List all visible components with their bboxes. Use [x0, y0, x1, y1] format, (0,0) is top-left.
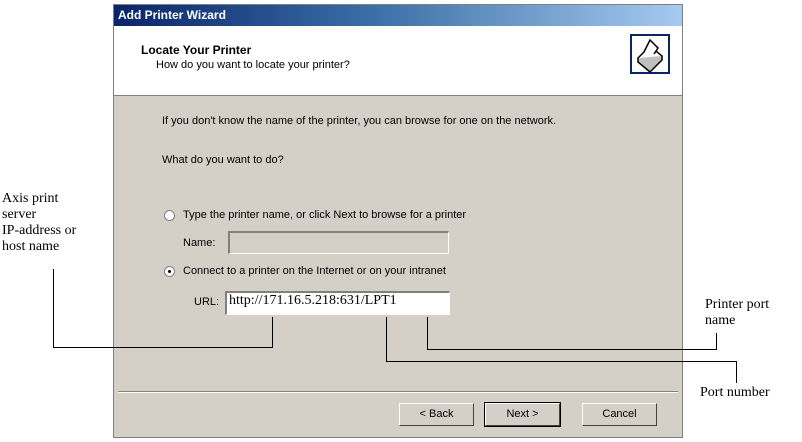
port-name-callout-pointer — [427, 317, 428, 350]
add-printer-wizard-window: Add Printer Wizard Locate Your Printer H… — [113, 4, 683, 438]
port-name-callout-horizontal — [427, 349, 717, 350]
axis-annotation: Axis print server IP-address or host nam… — [2, 191, 76, 255]
back-button[interactable]: < Back — [399, 403, 474, 426]
axis-callout-vertical — [53, 269, 54, 348]
port-name-annotation: Printer port name — [705, 297, 769, 329]
port-number-callout-horizontal — [386, 361, 737, 362]
window-title: Add Printer Wizard — [118, 8, 226, 22]
browse-printer-radio[interactable] — [164, 210, 175, 221]
port-name-annotation-line2: name — [705, 313, 736, 328]
connect-url-label: Connect to a printer on the Internet or … — [183, 265, 446, 277]
header-title: Locate Your Printer — [141, 43, 252, 57]
question-text: What do you want to do? — [162, 154, 284, 166]
browse-printer-label: Type the printer name, or click Next to … — [183, 209, 467, 221]
port-name-callout-vertical — [716, 333, 717, 350]
wizard-header: Locate Your Printer How do you want to l… — [114, 26, 682, 96]
title-bar[interactable]: Add Printer Wizard — [114, 5, 682, 26]
button-separator — [118, 391, 678, 393]
url-label: URL: — [194, 296, 220, 308]
url-field[interactable]: http://171.16.5.218:631/LPT1 — [225, 291, 450, 315]
name-label: Name: — [183, 237, 216, 249]
url-field-value: http://171.16.5.218:631/LPT1 — [229, 293, 397, 308]
axis-annotation-line4: host name — [2, 239, 60, 254]
name-field[interactable] — [228, 231, 449, 254]
port-name-annotation-line1: Printer port — [705, 297, 770, 312]
axis-callout-pointer — [272, 317, 273, 348]
connect-url-radio[interactable] — [164, 266, 175, 277]
axis-callout-horizontal — [53, 347, 273, 348]
intro-text: If you don't know the name of the printe… — [162, 115, 557, 127]
axis-annotation-line3: IP-address or — [2, 223, 77, 238]
port-number-callout-vertical — [736, 361, 737, 383]
printer-icon — [630, 34, 670, 74]
port-number-callout-pointer — [386, 317, 387, 362]
next-button[interactable]: Next > — [484, 402, 561, 427]
axis-annotation-line2: server — [2, 207, 37, 222]
port-number-annotation: Port number — [700, 385, 770, 400]
axis-annotation-line1: Axis print — [2, 191, 59, 206]
cancel-button[interactable]: Cancel — [582, 403, 657, 426]
header-subtitle: How do you want to locate your printer? — [156, 59, 350, 71]
